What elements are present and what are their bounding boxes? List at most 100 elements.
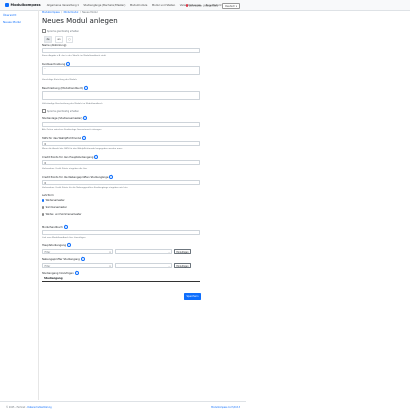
chevron-down-icon: ⌄	[168, 265, 170, 268]
tab-en[interactable]: en	[55, 36, 63, 43]
studienlage-help: Alle Zeiten zwischen Studienlage Semeste…	[42, 129, 102, 131]
breadcrumb-item-current: Neues Modul	[82, 11, 98, 14]
neben-label: Nebengeprüfter Studiengang?	[42, 257, 85, 262]
clear-icon[interactable]: ×	[109, 250, 111, 255]
haupt-label: Hauptstudiengang?	[42, 243, 71, 248]
user-name: Lehrender (Alexander)	[189, 4, 219, 8]
sws-label: SWS für das Wahlpflichtmodul?	[42, 136, 87, 141]
beschreibung-label: Beschreibung (Modulhandbuch)?	[42, 86, 89, 91]
radio-wintersemester[interactable]: Wintersemester	[42, 199, 65, 202]
nav-item-verwaltung[interactable]: Allgemeine Verwaltung ▾	[47, 4, 79, 7]
name-help: Kurze Angabe z.B. der in der Tabelle im …	[42, 55, 107, 57]
cp-fach-help: Vorhandene Credit Points für die Nebenge…	[42, 187, 128, 189]
help-icon[interactable]: ?	[109, 175, 114, 180]
tab-de[interactable]: de	[44, 36, 52, 43]
cp-fach-input[interactable]: 0	[42, 180, 200, 185]
sidebar-item-neues-modul[interactable]: Neues Modul	[3, 20, 38, 24]
cp-fach-label: Credit Points für die Nebengeprüften Stu…	[42, 175, 114, 180]
haupt-add-button[interactable]: Hinzufügen	[174, 249, 191, 254]
cp-haupt-label-text: Credit Points für den Hauptstudiengang	[42, 156, 94, 160]
help-icon[interactable]: ?	[94, 155, 99, 160]
sync-language-checkbox[interactable]: Sprache gleichzeitig erhalten	[42, 29, 79, 33]
help-icon[interactable]: ?	[80, 257, 85, 262]
cp-haupt-help: Vorhandene Credit Points eingeben die hi…	[42, 168, 88, 170]
datenschutz-link[interactable]: Datenschutzerklärung	[27, 406, 51, 409]
language-select[interactable]: Deutsch ▾	[222, 3, 240, 9]
name-input[interactable]	[42, 48, 200, 53]
radio-input[interactable]	[42, 199, 45, 202]
copyright: © 2025 - Fachnet	[6, 406, 26, 409]
top-navbar: Modulkompass Allgemeine Verwaltung ▾ Stu…	[0, 0, 410, 11]
beschreibung-help: Vollständige Beschreibung des Moduls im …	[42, 103, 103, 105]
radio-label: Wintersemester	[45, 199, 65, 202]
radio-label: Winter- und Sommersemester	[45, 213, 82, 216]
studienlage-input[interactable]	[42, 122, 200, 127]
checkbox-box[interactable]	[42, 29, 46, 33]
beschreibung-label-text: Beschreibung (Modulhandbuch)	[42, 87, 84, 91]
sws-input[interactable]: 0	[42, 141, 200, 146]
studiengang-label-text: Studiengang hinzufügen	[42, 272, 74, 276]
studienlage-label: Studienlage (Studiensemester)?	[42, 116, 88, 121]
brand[interactable]: Modulkompass	[5, 3, 41, 7]
nav-user-area: Lehrender (Alexander) Deutsch ▾	[185, 3, 240, 9]
lehrform-label: Lehrform	[42, 194, 54, 197]
save-button[interactable]: Speichern	[184, 293, 201, 300]
help-icon[interactable]: ?	[66, 243, 71, 248]
help-icon[interactable]: ?	[81, 136, 87, 141]
modulhandbuch-input[interactable]	[42, 230, 200, 235]
nav-item-modulmodule[interactable]: Modulmodule	[130, 4, 148, 7]
studiengang-hinzufuegen-label: Studiengang hinzufügen?	[42, 271, 79, 276]
tab-other[interactable]: ◻	[66, 36, 73, 43]
haupt-label-text: Hauptstudiengang	[42, 244, 66, 248]
nav-item-stellen[interactable]: Modul und Stellen	[152, 4, 175, 7]
neben-label-text: Nebengeprüfter Studiengang	[42, 258, 80, 262]
sidebar: Übersicht Neues Modul	[0, 10, 39, 400]
modulhandbuch-label: Modulhandbuch?	[42, 225, 68, 230]
name-label-text: Name (Abkürzung)	[42, 44, 67, 47]
neben-select-row: Filter × ⌄ Hinzufügen	[42, 263, 191, 268]
kurzbeschreibung-textarea[interactable]: -	[42, 66, 200, 75]
modulhandbuch-label-text: Modulhandbuch	[42, 226, 63, 230]
sync-language-checkbox-2[interactable]: Sprache gleichzeitig erhalten	[42, 109, 79, 113]
chevron-down-icon: ⌄	[168, 251, 170, 254]
radio-input[interactable]	[42, 213, 45, 216]
radio-input[interactable]	[42, 206, 45, 209]
neben-select[interactable]: ⌄	[115, 263, 172, 268]
haupt-filter-input[interactable]: Filter ×	[42, 249, 113, 254]
neben-add-button[interactable]: Hinzufügen	[174, 263, 191, 268]
sidebar-item-uebersicht[interactable]: Übersicht	[3, 13, 38, 17]
breadcrumb-item-home[interactable]: Modulkompass	[42, 11, 60, 14]
beschreibung-textarea[interactable]	[42, 91, 200, 100]
sws-help: Wenn die Anzahl der SWS für das Wahlpfli…	[42, 148, 123, 150]
breadcrumb-item-modulmodul[interactable]: Modulmodul	[64, 11, 79, 14]
clear-icon[interactable]: ×	[109, 264, 111, 269]
help-icon[interactable]: ?	[84, 86, 89, 91]
sws-label-text: SWS für das Wahlpflichtmodul	[42, 137, 82, 141]
footer-left: © 2025 - Fachnet - Datenschutzerklärung	[6, 406, 52, 409]
studienlage-label-text: Studienlage (Studiensemester)	[42, 117, 83, 121]
help-icon[interactable]: ?	[63, 225, 68, 230]
haupt-select-row: Filter × ⌄ Hinzufügen	[42, 249, 191, 254]
filter-placeholder: Filter	[44, 265, 51, 268]
help-icon[interactable]: ?	[74, 271, 79, 276]
page-title: Neues Modul anlegen	[42, 17, 118, 25]
haupt-select[interactable]: ⌄	[115, 249, 172, 254]
cp-fach-label-text: Credit Points für die Nebengeprüften Stu…	[42, 176, 109, 180]
radio-winter-sommer[interactable]: Winter- und Sommersemester	[42, 213, 81, 216]
modulhandbuch-help: Link zum Modulhandbuch hier hinzufügen	[42, 237, 86, 239]
brand-name: Modulkompass	[10, 3, 41, 7]
help-icon[interactable]: ?	[83, 116, 88, 121]
neben-filter-input[interactable]: Filter ×	[42, 263, 113, 268]
notification-dot-icon	[185, 4, 189, 7]
cp-haupt-input[interactable]: 0	[42, 160, 200, 165]
language-tabs: de en ◻	[44, 36, 73, 43]
checkbox-label: Sprache gleichzeitig erhalten	[47, 29, 79, 33]
checkbox-box[interactable]	[42, 109, 46, 113]
user-menu[interactable]: Lehrender (Alexander)	[185, 4, 219, 8]
radio-sommersemester[interactable]: Sommersemester	[42, 206, 67, 209]
brand-logo-icon	[5, 3, 9, 7]
kurzbeschreibung-help: Vorschläge Einteilung des Moduls	[42, 79, 77, 81]
radio-label: Sommersemester	[45, 206, 67, 209]
nav-item-studiengaenge[interactable]: Studiengänge (Bachelor/Master)	[83, 4, 125, 7]
version-link[interactable]: Modulkompass 0.2.5/0.8.3	[211, 406, 240, 409]
